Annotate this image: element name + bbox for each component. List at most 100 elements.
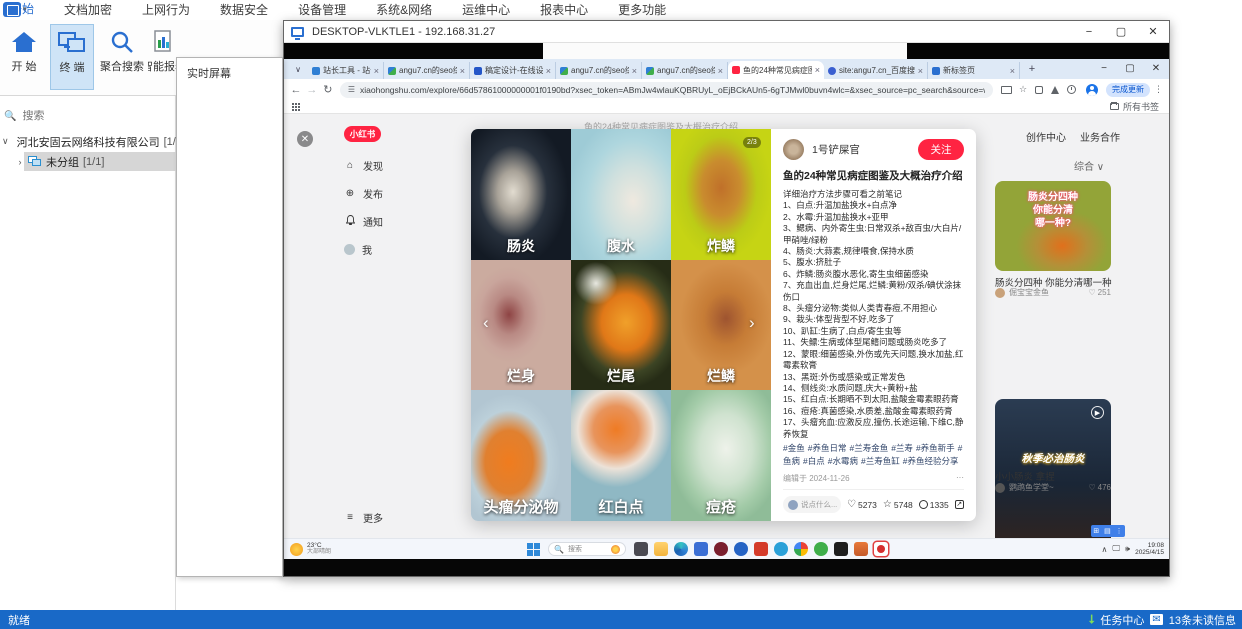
taskbar-icon-active-red[interactable] — [874, 542, 888, 556]
taskbar-icon-app-blue[interactable] — [694, 542, 708, 556]
experiments-flask-icon[interactable] — [1051, 86, 1059, 94]
site-settings-icon[interactable]: ☰ — [348, 85, 355, 94]
tab3-close-icon[interactable]: × — [546, 66, 551, 76]
tab8-close-icon[interactable]: × — [1010, 66, 1015, 76]
menu-tab-web-behavior[interactable]: 上网行为 — [140, 0, 192, 21]
reload-icon[interactable]: ↻ — [320, 83, 336, 96]
app-logo-icon[interactable] — [3, 2, 21, 17]
bookmark-star-icon[interactable]: ☆ — [1019, 84, 1027, 95]
note-close-icon[interactable]: ✕ — [297, 131, 313, 147]
hashtag[interactable]: #养鱼经验分享 — [903, 456, 959, 466]
tab1-close-icon[interactable]: × — [374, 66, 379, 76]
browser-maximize-button[interactable]: ▢ — [1117, 59, 1143, 77]
tab6-close-icon[interactable]: × — [815, 65, 820, 75]
comment-button[interactable]: 1335 — [919, 500, 949, 510]
message-envelope-icon[interactable]: ✉ — [1150, 614, 1162, 625]
card2-like[interactable]: ♡476 — [1088, 483, 1111, 492]
browser-menu-kebab-icon[interactable]: ⋮ — [1154, 84, 1163, 95]
card1-author-avatar[interactable] — [995, 288, 1005, 298]
tab2-close-icon[interactable]: × — [460, 66, 465, 76]
app-menu-caret-icon[interactable]: ▾ — [23, 5, 27, 13]
author-avatar[interactable] — [783, 139, 804, 160]
follow-button[interactable]: 关注 — [918, 139, 964, 160]
remote-maximize-button[interactable]: ▢ — [1105, 21, 1137, 43]
tray-volume-icon[interactable]: 🕪 — [1125, 544, 1130, 554]
card1-like[interactable]: ♡251 — [1088, 288, 1111, 297]
comment-input[interactable]: 说点什么... — [783, 496, 841, 513]
disease-image-grid[interactable]: 肠炎 腹水 炸鳞 烂身 烂尾 烂鳞 头瘤分泌物 红白点 痘疮 — [471, 129, 771, 521]
tab-search-chevron-icon[interactable]: ∨ — [290, 61, 306, 77]
sort-filter-dropdown[interactable]: 综合 ∨ — [1074, 158, 1104, 173]
taskbar-icon-app-teal[interactable] — [774, 542, 788, 556]
browser-tab-7[interactable]: site:angu7.cn_百度搜索 × — [824, 62, 928, 79]
grid-cell-scale-rot[interactable]: 烂鳞 — [671, 260, 771, 391]
overlay-mini-toolbar[interactable]: ⊞ ▤ ⋮ — [1091, 525, 1125, 537]
forward-icon[interactable]: → — [304, 84, 320, 96]
browser-tab-5[interactable]: angu7.cn的seo综合查询 × — [642, 62, 728, 79]
card2-title[interactable]: 小小肠炎 拿捏 — [995, 469, 1055, 483]
grid-cell-enteritis[interactable]: 肠炎 — [471, 129, 571, 260]
more-options-icon[interactable]: ··· — [956, 473, 964, 484]
new-tab-button[interactable]: + — [1024, 61, 1040, 77]
hashtag[interactable]: #兰寿金鱼 — [849, 443, 888, 453]
xhs-nav-more[interactable]: ≡更多 — [344, 510, 383, 525]
taskbar-icon-office[interactable] — [734, 542, 748, 556]
business-coop-link[interactable]: 业务合作 — [1080, 129, 1120, 144]
task-center-button[interactable]: 任务中心 — [1100, 612, 1144, 628]
card1-author[interactable]: 倔宝宝金鱼 — [1009, 287, 1049, 298]
grid-cell-tail-rot[interactable]: 烂尾 — [571, 260, 671, 391]
collect-button[interactable]: ☆5748 — [883, 499, 913, 510]
taskbar-clock[interactable]: 19:08 2025/4/15 — [1135, 542, 1164, 557]
apps-grid-icon[interactable] — [292, 103, 300, 111]
menu-tab-system-network[interactable]: 系统&网络 — [374, 0, 434, 21]
carousel-prev-icon[interactable]: ‹ — [483, 313, 489, 333]
tree-node-company[interactable]: ∨ 河北安固云网络科技有限公司 [1/1] — [2, 132, 178, 151]
hashtag[interactable]: #白点 — [803, 456, 825, 466]
browser-tab-8[interactable]: 新标签页 × — [928, 62, 1020, 79]
grid-cell-wen-secretion[interactable]: 头瘤分泌物 — [471, 390, 571, 521]
xiaohongshu-logo[interactable]: 小红书 — [344, 126, 381, 142]
menu-tab-more[interactable]: 更多功能 — [616, 0, 668, 21]
menu-tab-device-mgmt[interactable]: 设备管理 — [296, 0, 348, 21]
menu-item-live-screen[interactable]: 实时屏幕 — [177, 58, 282, 88]
hashtag[interactable]: #养鱼新手 — [916, 443, 955, 453]
weather-widget[interactable]: 23°C 大部晴朗 — [290, 542, 331, 556]
ribbon-start-button[interactable]: 开 始 — [2, 24, 46, 90]
tab5-close-icon[interactable]: × — [718, 66, 723, 76]
sidebar-search[interactable]: 🔍 — [0, 106, 176, 126]
related-card-1[interactable]: 肠炎分四种你能分清哪一种? — [995, 181, 1111, 271]
taskbar-icon-word-w[interactable] — [754, 542, 768, 556]
browser-tab-2[interactable]: angu7.cn的seo综合查询 × — [384, 62, 470, 79]
hashtag[interactable]: #养鱼日常 — [808, 443, 847, 453]
grid-cell-pox[interactable]: 痘疮 — [671, 390, 771, 521]
taskbar-icon-app-black[interactable] — [834, 542, 848, 556]
menu-tab-ops-center[interactable]: 运维中心 — [460, 0, 512, 21]
download-arrow-icon[interactable]: ⭣ — [1089, 612, 1095, 627]
all-bookmarks-button[interactable]: 所有书签 — [1110, 100, 1159, 113]
grid-cell-red-white-spot[interactable]: 红白点 — [571, 390, 671, 521]
xhs-nav-notifications[interactable]: 通知 — [344, 214, 383, 229]
unread-messages-button[interactable]: 13条未读信息 — [1169, 612, 1236, 628]
finish-update-button[interactable]: 完成更新 — [1106, 83, 1150, 97]
back-icon[interactable]: ← — [288, 84, 304, 96]
chevron-right-icon[interactable]: › — [16, 157, 24, 167]
taskbar-icon-edge[interactable] — [674, 542, 688, 556]
card2-author[interactable]: 鹦鹉鱼学堂~ — [1009, 482, 1054, 493]
grid-cell-ascites[interactable]: 腹水 — [571, 129, 671, 260]
browser-tab-6-active[interactable]: 鱼的24种常见病症图谱 × — [728, 61, 824, 79]
hashtag[interactable]: #水霉病 — [828, 456, 858, 466]
ribbon-search-button[interactable]: 聚合搜索 — [100, 24, 144, 90]
url-text[interactable]: xiaohongshu.com/explore/66d5786100000000… — [360, 85, 985, 95]
hashtag[interactable]: #金鱼 — [783, 443, 805, 453]
xhs-nav-discover[interactable]: ⌂发现 — [344, 158, 383, 173]
hashtag[interactable]: #兰寿鱼缸 — [861, 456, 900, 466]
xhs-nav-publish[interactable]: ⊕发布 — [344, 186, 383, 201]
author-name[interactable]: 1号铲屎官 — [812, 142, 860, 157]
taskbar-search[interactable]: 🔍 搜索 — [548, 542, 626, 556]
taskbar-icon-app-orange[interactable] — [854, 542, 868, 556]
taskbar-icon-chrome[interactable] — [794, 542, 808, 556]
windows-start-button[interactable] — [527, 543, 540, 556]
browser-close-button[interactable]: ✕ — [1143, 59, 1169, 77]
profile-avatar-icon[interactable] — [1086, 84, 1098, 96]
ribbon-terminal-button[interactable]: 终 端 — [50, 24, 94, 90]
